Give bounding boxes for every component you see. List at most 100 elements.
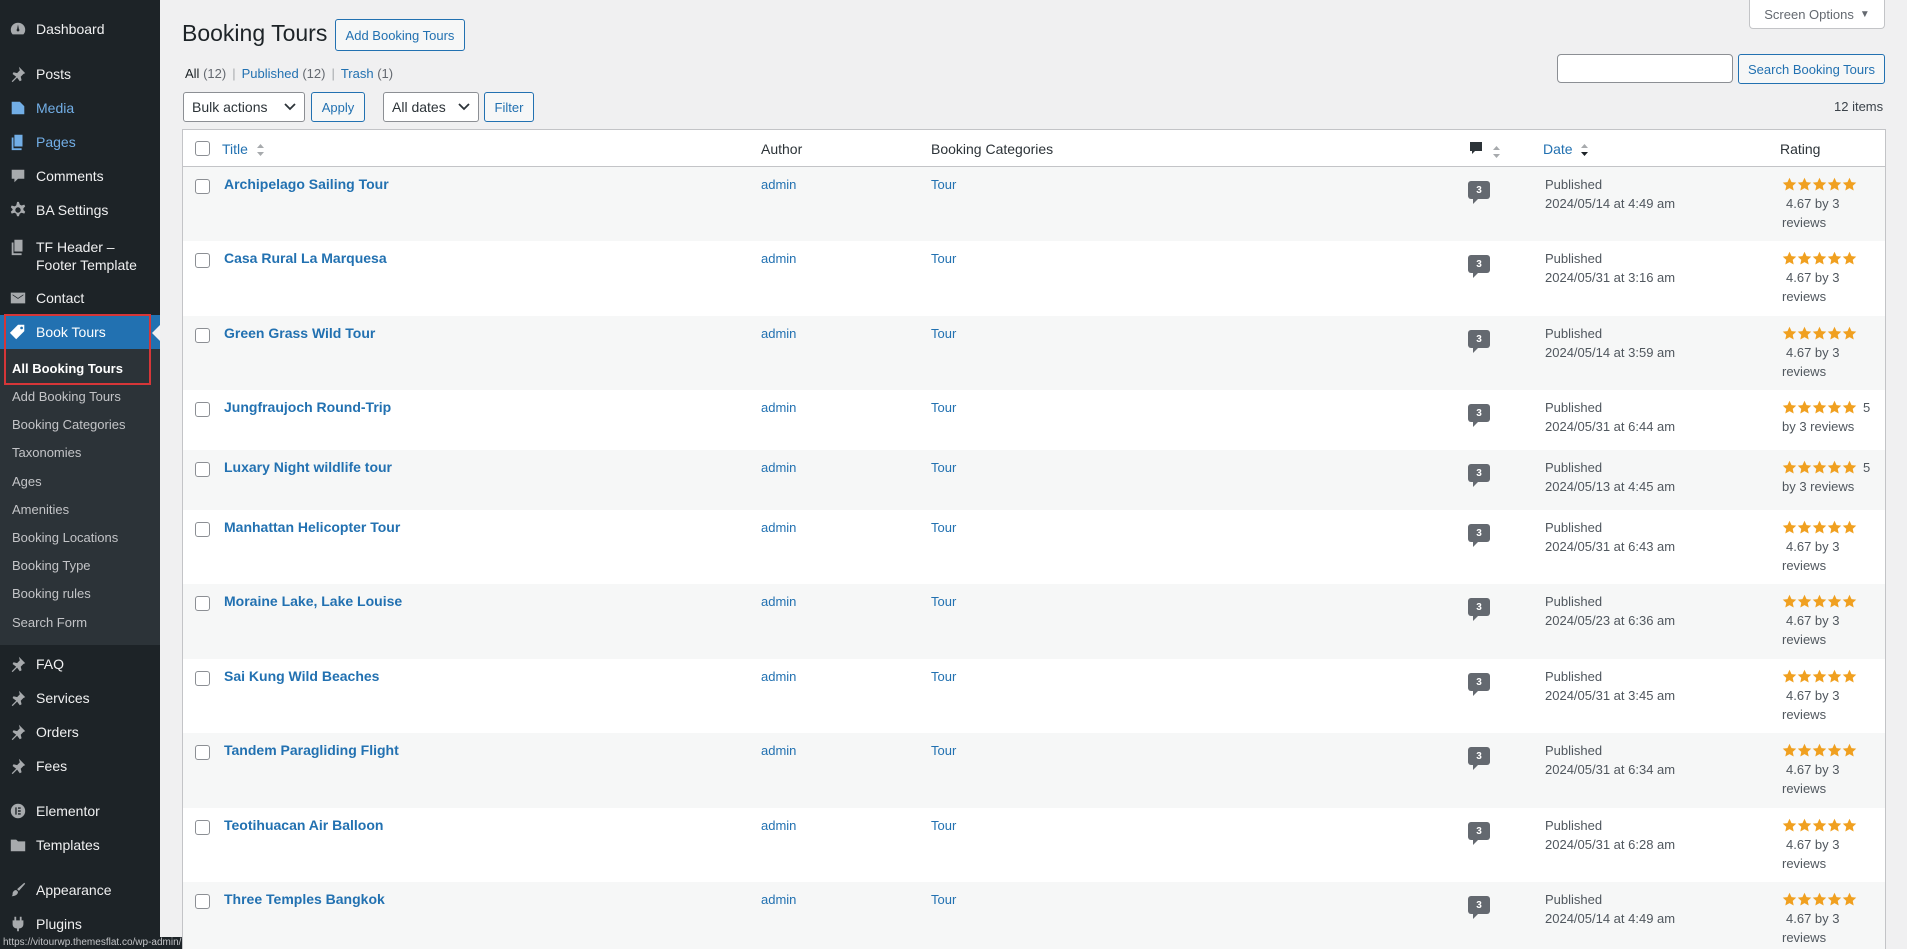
comment-count-badge[interactable]: 3: [1468, 404, 1490, 427]
author-link[interactable]: admin: [761, 816, 796, 835]
row-checkbox[interactable]: [195, 402, 210, 417]
submenu-add-booking-tours[interactable]: Add Booking Tours: [12, 389, 121, 405]
row-checkbox[interactable]: [195, 179, 210, 194]
comment-count-badge[interactable]: 3: [1468, 255, 1490, 278]
rating-text-line2: reviews: [1782, 930, 1827, 945]
row-checkbox[interactable]: [195, 253, 210, 268]
submenu-booking-categories[interactable]: Booking Categories: [12, 417, 125, 433]
search-booking-tours-button[interactable]: Search Booking Tours: [1738, 54, 1885, 84]
comment-count-badge[interactable]: 3: [1468, 181, 1490, 204]
sidebar-item-faq[interactable]: FAQ: [0, 647, 160, 681]
row-checkbox[interactable]: [195, 522, 210, 537]
category-link[interactable]: Tour: [931, 249, 956, 268]
author-link[interactable]: admin: [761, 175, 796, 194]
filter-trash[interactable]: Trash (1): [341, 66, 393, 81]
column-date[interactable]: Date: [1543, 141, 1589, 157]
row-checkbox[interactable]: [195, 820, 210, 835]
author-link[interactable]: admin: [761, 458, 796, 477]
row-checkbox[interactable]: [195, 462, 210, 477]
sidebar-item-contact[interactable]: Contact: [0, 281, 160, 315]
sidebar-item-appearance[interactable]: Appearance: [0, 873, 160, 907]
sidebar-item-services[interactable]: Services: [0, 681, 160, 715]
category-link[interactable]: Tour: [931, 741, 956, 760]
sidebar-item-ba-settings[interactable]: BA Settings: [0, 193, 160, 227]
comment-count-badge[interactable]: 3: [1468, 673, 1490, 696]
category-link[interactable]: Tour: [931, 667, 956, 686]
category-link[interactable]: Tour: [931, 398, 956, 417]
comment-count-badge[interactable]: 3: [1468, 896, 1490, 919]
tour-title-link[interactable]: Archipelago Sailing Tour: [224, 175, 389, 194]
sidebar-item-media[interactable]: Media: [0, 91, 160, 125]
author-link[interactable]: admin: [761, 667, 796, 686]
category-link[interactable]: Tour: [931, 816, 956, 835]
comment-count-badge[interactable]: 3: [1468, 598, 1490, 621]
date-filter-select[interactable]: All dates: [383, 92, 479, 122]
submenu-search-form[interactable]: Search Form: [12, 615, 87, 631]
bulk-actions-select[interactable]: Bulk actions: [183, 92, 305, 122]
author-link[interactable]: admin: [761, 592, 796, 611]
row-checkbox[interactable]: [195, 328, 210, 343]
sidebar-item-pages[interactable]: Pages: [0, 125, 160, 159]
column-comments[interactable]: [1468, 140, 1501, 159]
sidebar-item-label: Media: [36, 100, 75, 116]
category-link[interactable]: Tour: [931, 175, 956, 194]
comment-count-badge[interactable]: 3: [1468, 464, 1490, 487]
submenu-booking-type[interactable]: Booking Type: [12, 558, 91, 574]
sidebar-item-elementor[interactable]: Elementor: [0, 794, 160, 828]
author-link[interactable]: admin: [761, 890, 796, 909]
filter-all[interactable]: All (12): [185, 66, 226, 81]
sidebar-item-orders[interactable]: Orders: [0, 715, 160, 749]
submenu-ages[interactable]: Ages: [12, 474, 42, 490]
select-all-checkbox[interactable]: [195, 141, 210, 156]
tour-title-link[interactable]: Manhattan Helicopter Tour: [224, 518, 400, 537]
category-link[interactable]: Tour: [931, 890, 956, 909]
submenu-amenities[interactable]: Amenities: [12, 502, 69, 518]
category-link[interactable]: Tour: [931, 324, 956, 343]
filter-published[interactable]: Published (12): [242, 66, 326, 81]
sidebar-item-label: Fees: [36, 758, 68, 774]
submenu-booking-locations[interactable]: Booking Locations: [12, 530, 118, 546]
sidebar-item-tf-header[interactable]: TF Header – Footer Template: [0, 236, 160, 276]
tour-title-link[interactable]: Tandem Paragliding Flight: [224, 741, 399, 760]
rating-cell: 4.67 by 3 reviews: [1782, 668, 1874, 724]
screen-options-button[interactable]: Screen Options ▼: [1749, 0, 1885, 29]
sidebar-item-fees[interactable]: Fees: [0, 749, 160, 783]
author-link[interactable]: admin: [761, 741, 796, 760]
submenu-taxonomies[interactable]: Taxonomies: [12, 445, 81, 461]
tour-title-link[interactable]: Luxary Night wildlife tour: [224, 458, 392, 477]
add-booking-tours-button[interactable]: Add Booking Tours: [335, 19, 465, 51]
search-input[interactable]: [1557, 54, 1733, 83]
sidebar-item-plugins[interactable]: Plugins: [0, 907, 160, 941]
row-checkbox[interactable]: [195, 745, 210, 760]
tour-title-link[interactable]: Casa Rural La Marquesa: [224, 249, 387, 268]
row-checkbox[interactable]: [195, 894, 210, 909]
row-checkbox[interactable]: [195, 596, 210, 611]
category-link[interactable]: Tour: [931, 592, 956, 611]
sidebar-item-dashboard[interactable]: Dashboard: [0, 12, 160, 46]
apply-button[interactable]: Apply: [311, 92, 365, 122]
category-link[interactable]: Tour: [931, 518, 956, 537]
sidebar-item-label: Pages: [36, 134, 76, 150]
comment-count-badge[interactable]: 3: [1468, 747, 1490, 770]
sidebar-item-templates[interactable]: Templates: [0, 828, 160, 862]
tour-title-link[interactable]: Teotihuacan Air Balloon: [224, 816, 383, 835]
tour-title-link[interactable]: Sai Kung Wild Beaches: [224, 667, 379, 686]
row-checkbox[interactable]: [195, 671, 210, 686]
filter-button[interactable]: Filter: [484, 92, 534, 122]
tour-title-link[interactable]: Green Grass Wild Tour: [224, 324, 375, 343]
author-link[interactable]: admin: [761, 324, 796, 343]
author-link[interactable]: admin: [761, 249, 796, 268]
comment-count-badge[interactable]: 3: [1468, 524, 1490, 547]
tour-title-link[interactable]: Moraine Lake, Lake Louise: [224, 592, 402, 611]
sidebar-item-posts[interactable]: Posts: [0, 57, 160, 91]
comment-count-badge[interactable]: 3: [1468, 822, 1490, 845]
column-title[interactable]: Title: [222, 141, 265, 157]
tour-title-link[interactable]: Jungfraujoch Round-Trip: [224, 398, 391, 417]
sidebar-item-comments[interactable]: Comments: [0, 159, 160, 193]
author-link[interactable]: admin: [761, 398, 796, 417]
submenu-booking-rules[interactable]: Booking rules: [12, 586, 91, 602]
author-link[interactable]: admin: [761, 518, 796, 537]
comment-count-badge[interactable]: 3: [1468, 330, 1490, 353]
category-link[interactable]: Tour: [931, 458, 956, 477]
tour-title-link[interactable]: Three Temples Bangkok: [224, 890, 385, 909]
